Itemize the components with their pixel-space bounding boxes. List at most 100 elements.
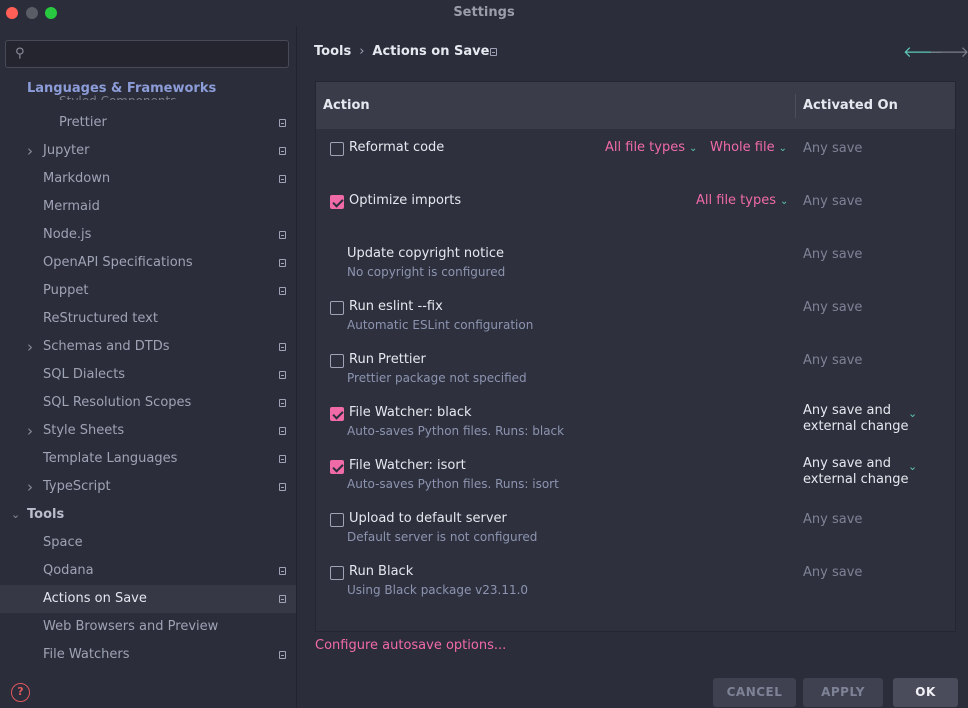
action-checkbox[interactable] <box>330 513 344 527</box>
sidebar-item[interactable]: › TypeScript <box>0 473 296 501</box>
sidebar-item[interactable]: Puppet <box>0 277 296 305</box>
sidebar-item[interactable]: Qodana <box>0 557 296 585</box>
activated-on-value[interactable]: Any save and external change <box>803 403 908 435</box>
sidebar-item[interactable]: Node.js <box>0 221 296 249</box>
table-row[interactable]: Run Black Using Black package v23.11.0 Any… <box>316 554 955 607</box>
sidebar-item-label: Mermaid <box>43 199 100 214</box>
scope-dropdown-label: All file types <box>605 140 685 155</box>
sidebar-item[interactable]: ReStructured text <box>0 305 296 333</box>
sidebar-item[interactable]: Actions on Save <box>0 585 296 613</box>
project-scope-icon <box>279 287 286 295</box>
table-row[interactable]: Update copyright notice No copyright is c… <box>316 236 955 289</box>
action-checkbox[interactable] <box>330 407 344 421</box>
column-header-activated-on[interactable]: Activated On <box>803 98 898 113</box>
sidebar-item-label: Space <box>43 535 83 550</box>
clipped-tree-item: Styled Components <box>59 94 289 100</box>
breadcrumb-parent[interactable]: Tools <box>314 44 351 59</box>
chevron-down-icon[interactable]: ⌄ <box>908 460 917 473</box>
help-icon[interactable]: ? <box>11 683 30 702</box>
column-header-action[interactable]: Action <box>323 98 370 113</box>
table-row[interactable]: Run eslint --fix Automatic ESLint configu… <box>316 289 955 342</box>
project-scope-icon <box>279 567 286 575</box>
sidebar-item[interactable]: Prettier <box>0 109 296 137</box>
project-scope-icon <box>279 651 286 659</box>
project-scope-icon <box>279 427 286 435</box>
action-subtitle: Prettier package not specified <box>347 371 527 385</box>
chevron-right-icon[interactable]: › <box>27 333 33 361</box>
sidebar-item[interactable]: Mermaid <box>0 193 296 221</box>
ok-button[interactable]: OK <box>893 678 958 707</box>
sidebar-item[interactable]: Web Browsers and Preview <box>0 613 296 641</box>
configure-autosave-link[interactable]: Configure autosave options... <box>315 638 506 653</box>
sidebar-item[interactable]: › Schemas and DTDs <box>0 333 296 361</box>
scope-dropdown-label: All file types <box>696 193 776 208</box>
table-row[interactable]: Optimize imports All file types ⌄ Any save <box>316 183 955 236</box>
sidebar-item-label: Prettier <box>59 115 107 130</box>
project-scope-icon <box>279 343 286 351</box>
action-checkbox[interactable] <box>330 301 344 315</box>
sidebar-item[interactable]: Markdown <box>0 165 296 193</box>
sidebar-item[interactable]: › Style Sheets <box>0 417 296 445</box>
sidebar-item-label: Schemas and DTDs <box>43 339 170 354</box>
sidebar-item-label: Node.js <box>43 227 92 242</box>
cancel-button[interactable]: CANCEL <box>713 678 796 707</box>
action-title: File Watcher: black <box>349 405 472 420</box>
project-scope-icon <box>279 147 286 155</box>
column-divider[interactable] <box>795 94 796 118</box>
sidebar-item[interactable]: ⌄ Tools <box>0 501 296 529</box>
chevron-down-icon[interactable]: ⌄ <box>11 501 20 529</box>
action-title: Upload to default server <box>349 511 507 526</box>
action-checkbox[interactable] <box>330 354 344 368</box>
project-scope-icon <box>279 483 286 491</box>
table-row[interactable]: Reformat code All file types ⌄ Whole file ⌄ A… <box>316 130 955 183</box>
forward-arrow-icon[interactable]: 🡒 <box>929 42 968 61</box>
table-row[interactable]: Run Prettier Prettier package not specifi… <box>316 342 955 395</box>
chevron-right-icon[interactable]: › <box>27 137 33 165</box>
action-checkbox[interactable] <box>330 460 344 474</box>
chevron-down-icon[interactable]: ⌄ <box>908 407 917 420</box>
scope-dropdown-label: Whole file <box>710 140 775 155</box>
apply-button[interactable]: APPLY <box>803 678 883 707</box>
main-panel: Tools › Actions on Save 🡐 🡒 Action Activat… <box>298 26 968 708</box>
action-checkbox[interactable] <box>330 566 344 580</box>
project-scope-icon <box>490 48 497 56</box>
sidebar-item[interactable]: OpenAPI Specifications <box>0 249 296 277</box>
table-row[interactable]: File Watcher: isort Auto-saves Python fil… <box>316 448 955 501</box>
scope-dropdown[interactable]: Whole file ⌄ <box>710 140 787 155</box>
sidebar-item-label: TypeScript <box>43 479 111 494</box>
action-title: File Watcher: isort <box>349 458 466 473</box>
chevron-right-icon[interactable]: › <box>27 473 33 501</box>
sidebar-item[interactable]: SQL Resolution Scopes <box>0 389 296 417</box>
action-subtitle: Default server is not configured <box>347 530 538 544</box>
sidebar-item-label: SQL Dialects <box>43 367 126 382</box>
sidebar-item-label: Template Languages <box>43 451 178 466</box>
sidebar-item-label: File Watchers <box>43 647 130 662</box>
search-input[interactable] <box>34 44 284 64</box>
project-scope-icon <box>279 231 286 239</box>
action-title: Reformat code <box>349 140 445 155</box>
action-checkbox[interactable] <box>330 142 344 156</box>
sidebar-item-label: OpenAPI Specifications <box>43 255 193 270</box>
page-title: Actions on Save <box>372 44 490 59</box>
table-row[interactable]: Upload to default server Default server i… <box>316 501 955 554</box>
chevron-right-icon[interactable]: › <box>27 417 33 445</box>
scope-dropdown[interactable]: All file types ⌄ <box>696 193 788 208</box>
sidebar-item-label: Qodana <box>43 563 94 578</box>
sidebar-item[interactable]: › Jupyter <box>0 137 296 165</box>
search-box[interactable]: ⚲ <box>5 40 289 68</box>
sidebar-item[interactable]: SQL Dialects <box>0 361 296 389</box>
sidebar-item[interactable]: Space <box>0 529 296 557</box>
actions-table: Action Activated On Reformat code All fil… <box>315 81 956 632</box>
action-checkbox[interactable] <box>330 195 344 209</box>
project-scope-icon <box>279 371 286 379</box>
table-row[interactable]: File Watcher: black Auto-saves Python fil… <box>316 395 955 448</box>
sidebar-item-label: Style Sheets <box>43 423 125 438</box>
chevron-down-icon: ⌄ <box>689 143 698 154</box>
activated-on-value[interactable]: Any save and external change <box>803 456 908 488</box>
scope-dropdown[interactable]: All file types ⌄ <box>605 140 697 155</box>
action-title: Run Prettier <box>349 352 426 367</box>
sidebar-item-label: Jupyter <box>43 143 90 158</box>
project-scope-icon <box>279 175 286 183</box>
sidebar-item[interactable]: File Watchers <box>0 641 296 669</box>
sidebar-item[interactable]: Template Languages <box>0 445 296 473</box>
